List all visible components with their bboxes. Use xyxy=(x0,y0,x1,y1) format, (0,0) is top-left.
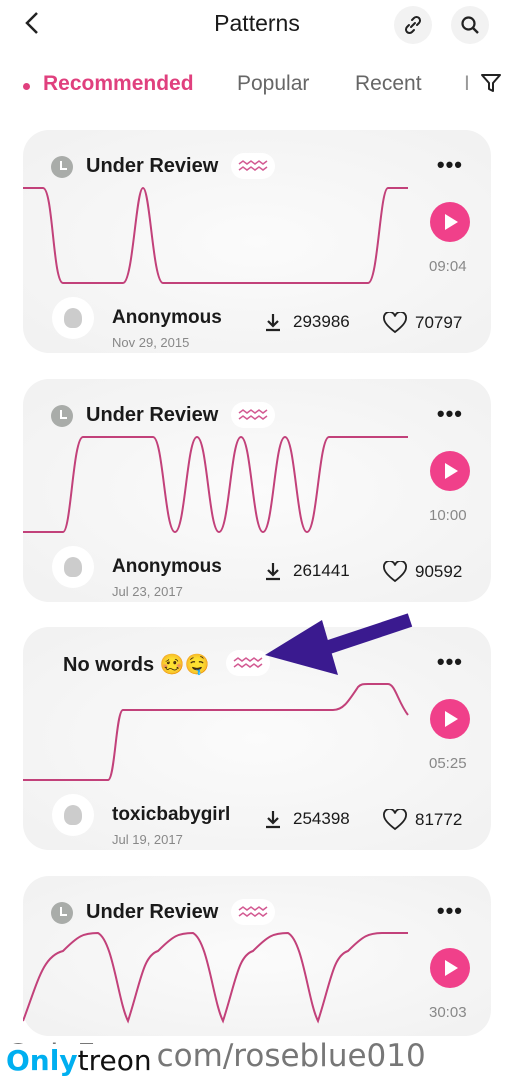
date: Jul 19, 2017 xyxy=(112,832,183,847)
duration: 09:04 xyxy=(429,258,467,275)
link-button[interactable] xyxy=(394,6,432,44)
download-icon xyxy=(266,811,280,829)
download-button[interactable]: 293986 xyxy=(263,312,350,332)
author-name[interactable]: toxicbabygirl xyxy=(112,804,230,826)
date: Nov 29, 2015 xyxy=(112,335,190,350)
tab-bar: Recommended Popular Recent I xyxy=(0,70,514,100)
author-name[interactable]: Anonymous xyxy=(112,307,222,329)
link-icon xyxy=(404,15,422,35)
page-title: Patterns xyxy=(214,10,300,36)
download-icon xyxy=(266,314,280,332)
pattern-card[interactable]: Under Review ••• 30:03 xyxy=(23,876,491,1036)
like-button[interactable]: 70797 xyxy=(383,312,462,334)
more-options-icon[interactable]: ••• xyxy=(437,152,463,178)
play-button[interactable] xyxy=(430,948,470,988)
heart-icon xyxy=(383,312,407,334)
download-button[interactable]: 254398 xyxy=(263,809,350,829)
like-button[interactable]: 90592 xyxy=(383,561,462,583)
like-count: 81772 xyxy=(415,810,463,829)
duration: 30:03 xyxy=(429,1004,467,1021)
more-options-icon[interactable]: ••• xyxy=(437,401,463,427)
watermark-logo: Onlytreon xyxy=(0,1044,158,1080)
heart-icon xyxy=(383,809,407,831)
search-icon xyxy=(461,16,479,34)
heart-icon xyxy=(383,561,407,583)
annotation-arrow-icon xyxy=(265,613,413,675)
like-count: 90592 xyxy=(415,562,463,581)
filter-icon[interactable] xyxy=(480,72,502,94)
tab-more[interactable]: I xyxy=(464,72,470,96)
tab-popular[interactable]: Popular xyxy=(237,72,309,96)
like-count: 70797 xyxy=(415,313,463,332)
pattern-card[interactable]: No words 🥴🤤 ••• 05:25 toxicbabygirl Jul … xyxy=(23,627,491,850)
waveform xyxy=(23,435,408,534)
tab-recent[interactable]: Recent xyxy=(355,72,422,96)
download-count: 293986 xyxy=(293,312,350,331)
waveform xyxy=(23,683,409,781)
play-button[interactable] xyxy=(430,202,470,242)
header: Patterns xyxy=(0,0,514,50)
download-count: 261441 xyxy=(293,561,350,580)
more-options-icon[interactable]: ••• xyxy=(437,898,463,924)
search-button[interactable] xyxy=(451,6,489,44)
tab-recommended[interactable]: Recommended xyxy=(43,72,194,96)
download-count: 254398 xyxy=(293,809,350,828)
author-name[interactable]: Anonymous xyxy=(112,556,222,578)
more-options-icon[interactable]: ••• xyxy=(437,649,463,675)
avatar[interactable] xyxy=(52,297,94,339)
waveform xyxy=(23,931,408,1024)
pattern-card[interactable]: Under Review ••• 10:00 Anonymous Jul 23,… xyxy=(23,379,491,602)
duration: 10:00 xyxy=(429,507,467,524)
date: Jul 23, 2017 xyxy=(112,584,183,599)
waveform xyxy=(23,186,408,284)
duration: 05:25 xyxy=(429,755,467,772)
like-button[interactable]: 81772 xyxy=(383,809,462,831)
pattern-card[interactable]: Under Review ••• 09:04 Anonymous Nov 29,… xyxy=(23,130,491,353)
play-button[interactable] xyxy=(430,699,470,739)
avatar[interactable] xyxy=(52,546,94,588)
download-button[interactable]: 261441 xyxy=(263,561,350,581)
play-button[interactable] xyxy=(430,451,470,491)
avatar[interactable] xyxy=(52,794,94,836)
download-icon xyxy=(266,563,280,581)
